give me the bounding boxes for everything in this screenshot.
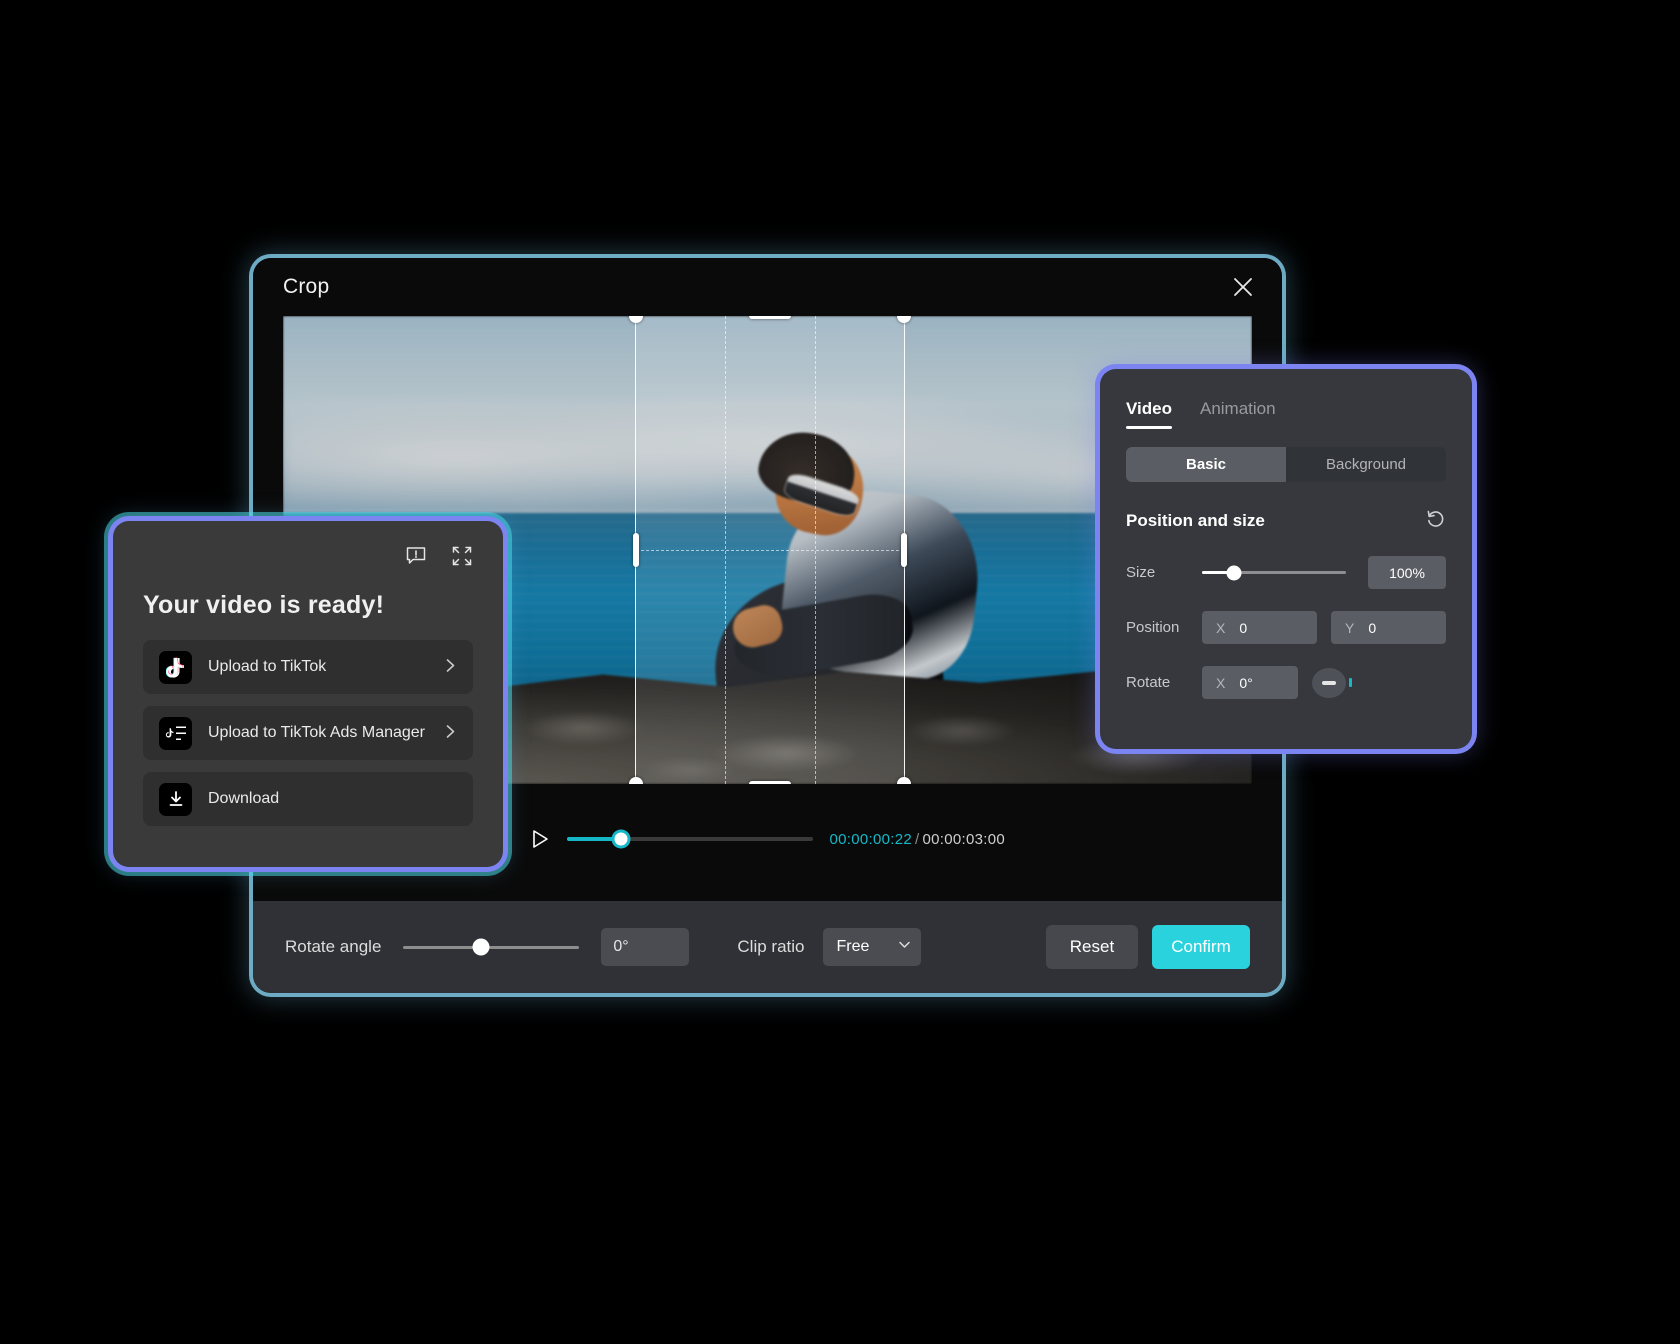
position-row: Position X 0 Y 0 [1126,611,1446,644]
rotate-angle-slider[interactable] [403,946,579,949]
rotate-angle-label: Rotate angle [285,937,381,957]
crop-handle-left[interactable] [633,533,639,567]
screenshot-stage: Crop [0,0,1680,1344]
crop-handle-bottom-right[interactable] [897,777,911,784]
list-item-label: Upload to TikTok Ads Manager [208,724,428,742]
reset-button[interactable]: Reset [1046,925,1138,969]
card-title: Your video is ready! [143,591,473,620]
size-row: Size 100% [1126,556,1446,589]
editor-titlebar: Crop [253,258,1282,316]
seek-slider[interactable] [567,837,813,841]
size-slider-knob[interactable] [1226,565,1241,580]
timecode: 00:00:00:22/00:00:03:00 [829,831,1005,848]
page-title: Crop [283,275,329,299]
position-x-value: 0 [1239,620,1247,636]
confirm-button[interactable]: Confirm [1152,925,1250,969]
panel-tabs: Video Animation [1126,399,1446,429]
rotate-label: Rotate [1126,674,1188,691]
reset-rotate-icon[interactable] [1425,508,1446,534]
collapse-icon[interactable] [451,545,473,572]
total-time: 00:00:03:00 [922,831,1005,848]
segment-basic[interactable]: Basic [1126,447,1286,482]
card-icon-row [143,543,473,573]
rotate-row: Rotate X 0° [1126,666,1446,699]
tiktok-icon [159,651,192,684]
crop-handle-bottom[interactable] [749,781,791,784]
tab-video[interactable]: Video [1126,399,1172,429]
rotate-angle-knob[interactable] [472,939,489,956]
size-slider[interactable] [1202,571,1346,574]
position-y-value: 0 [1368,620,1376,636]
flip-toggle-icon[interactable] [1312,668,1346,698]
size-value-field[interactable]: 100% [1368,556,1446,589]
clip-ratio-select[interactable]: Free [823,928,921,966]
crop-toolbar: Rotate angle 0° Clip ratio Free Reset Co… [253,901,1282,993]
clip-ratio-label: Clip ratio [737,937,804,957]
rotate-x-axis-label: X [1216,675,1225,691]
position-size-header: Position and size [1126,508,1446,534]
rotate-angle-value[interactable]: 0° [601,928,689,966]
size-label: Size [1126,564,1188,581]
crop-handle-top[interactable] [749,316,791,319]
list-item-label: Upload to TikTok [208,658,428,676]
crop-handle-right[interactable] [901,533,907,567]
position-y-axis-label: Y [1345,620,1354,636]
rotate-x-field[interactable]: X 0° [1202,666,1298,699]
time-separator: / [915,831,919,848]
crop-selection-box[interactable] [636,316,904,784]
play-icon[interactable] [529,828,551,850]
position-x-axis-label: X [1216,620,1225,636]
list-item-label: Download [208,790,457,808]
position-label: Position [1126,619,1188,636]
position-x-field[interactable]: X 0 [1202,611,1317,644]
export-options-list: Upload to TikTok ▬▬▬▬▬ Upload t [143,640,473,826]
feedback-icon[interactable] [405,545,427,572]
chevron-down-icon [898,938,911,956]
seek-knob[interactable] [615,833,628,846]
close-icon[interactable] [1228,272,1258,302]
tab-animation[interactable]: Animation [1200,399,1276,429]
position-y-field[interactable]: Y 0 [1331,611,1446,644]
chevron-right-icon [444,723,457,744]
list-item-upload-tiktok-ads-manager[interactable]: ▬▬▬▬▬ Upload to TikTok Ads Manager [143,706,473,760]
download-icon [159,783,192,816]
current-time: 00:00:00:22 [829,831,912,848]
playback-bar: 00:00:00:22/00:00:03:00 [511,808,1023,870]
section-title: Position and size [1126,511,1265,531]
list-item-download[interactable]: Download [143,772,473,826]
segment-background[interactable]: Background [1286,447,1446,482]
chevron-right-icon [444,657,457,678]
tiktok-ads-manager-icon: ▬▬▬▬▬ [159,717,192,750]
rotate-x-value: 0° [1239,675,1252,691]
crop-handle-bottom-left[interactable] [629,777,643,784]
clip-ratio-value: Free [837,938,870,956]
video-settings-panel: Video Animation Basic Background Positio… [1100,369,1472,749]
panel-segmented-control: Basic Background [1126,447,1446,482]
list-item-upload-tiktok[interactable]: Upload to TikTok [143,640,473,694]
seek-progress [567,837,621,841]
video-ready-card: Your video is ready! Upload to TikTok [113,521,503,867]
